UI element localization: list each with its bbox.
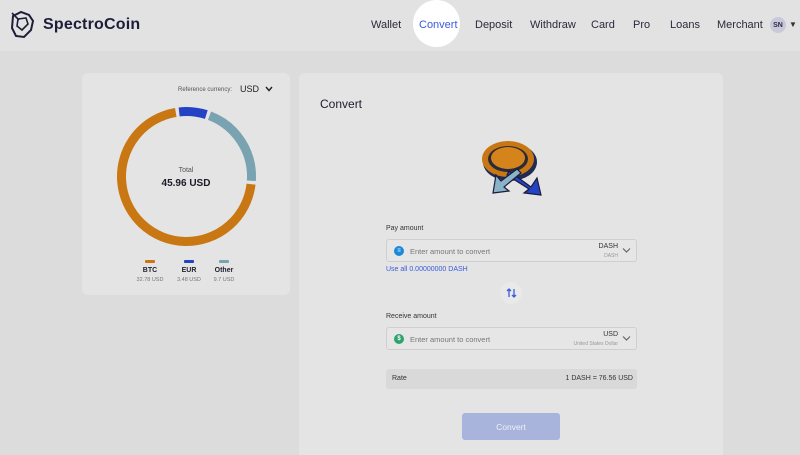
pay-currency-code[interactable]: DASH <box>599 243 618 250</box>
pay-amount-field[interactable]: ≡ Enter amount to convert DASH DASH <box>386 239 637 262</box>
nav-item-convert[interactable]: Convert <box>419 19 458 31</box>
legend-item-btc: BTC 32.78 USD <box>130 260 170 283</box>
page-title: Convert <box>320 97 363 111</box>
reference-currency-value: USD <box>240 84 260 94</box>
portfolio-donut-chart <box>117 107 256 246</box>
chevron-down-icon[interactable] <box>622 247 631 254</box>
legend-value: 3.48 USD <box>177 277 201 283</box>
receive-amount-input[interactable]: Enter amount to convert <box>410 335 490 344</box>
legend-item-other: Other 9.7 USD <box>204 260 244 283</box>
legend-value: 32.78 USD <box>136 277 164 283</box>
nav-item-wallet[interactable]: Wallet <box>371 19 401 31</box>
portfolio-card: Reference currency: USD Total 45.96 USD … <box>82 73 290 295</box>
brand-logo[interactable]: SpectroCoin <box>9 10 140 40</box>
exchange-rate-row: Rate 1 DASH = 76.56 USD <box>386 369 637 389</box>
reference-currency-label: Reference currency: <box>178 87 233 93</box>
swap-currencies-button[interactable] <box>500 282 522 304</box>
account-chevron-down-icon[interactable]: ▼ <box>789 20 797 29</box>
receive-amount-label: Receive amount <box>386 313 437 320</box>
nav-item-merchant[interactable]: Merchant <box>717 19 763 31</box>
receive-currency-code[interactable]: USD <box>603 331 618 338</box>
user-avatar[interactable]: SN <box>770 17 786 33</box>
pay-amount-label: Pay amount <box>386 225 424 232</box>
use-all-balance-link[interactable]: Use all 0.00000000 DASH <box>386 266 468 273</box>
convert-illustration-icon <box>482 141 542 196</box>
brand-name: SpectroCoin <box>43 16 141 33</box>
swap-vertical-icon <box>506 288 516 298</box>
reference-currency-select[interactable]: USD <box>240 84 273 94</box>
legend-swatch <box>145 260 155 263</box>
donut-segment-eur <box>178 107 208 119</box>
nav-item-card[interactable]: Card <box>591 19 615 31</box>
chevron-down-icon[interactable] <box>622 335 631 342</box>
rate-label: Rate <box>392 375 407 382</box>
legend-swatch <box>219 260 229 263</box>
nav-item-pro[interactable]: Pro <box>633 19 650 31</box>
legend-value: 9.7 USD <box>213 277 235 283</box>
pay-currency-name: DASH <box>604 253 618 259</box>
legend-name: EUR <box>181 267 197 274</box>
chevron-down-icon <box>265 86 273 92</box>
legend-name: Other <box>214 267 234 274</box>
nav-item-withdraw[interactable]: Withdraw <box>530 19 576 31</box>
legend-item-eur: EUR 3.48 USD <box>169 260 209 283</box>
legend-name: BTC <box>142 267 158 274</box>
total-label: Total <box>178 167 194 174</box>
receive-amount-field[interactable]: $ Enter amount to convert USD United Sta… <box>386 327 637 350</box>
rate-value: 1 DASH = 76.56 USD <box>565 375 633 382</box>
nav-item-deposit[interactable]: Deposit <box>475 19 512 31</box>
total-value: 45.96 USD <box>161 178 211 189</box>
convert-card: Convert Pay amount ≡ Enter amount to con… <box>299 73 723 455</box>
receive-currency-name: United States Dollar <box>573 341 618 347</box>
dash-coin-icon: ≡ <box>394 246 404 256</box>
nav-item-loans[interactable]: Loans <box>670 19 700 31</box>
convert-button[interactable]: Convert <box>462 413 560 440</box>
legend-swatch <box>184 260 194 263</box>
pay-amount-input[interactable]: Enter amount to convert <box>410 247 490 256</box>
usd-coin-icon: $ <box>394 334 404 344</box>
top-navigation-bar: SpectroCoin Wallet Convert Deposit Withd… <box>0 0 800 51</box>
spectrocoin-logo-icon <box>10 10 35 39</box>
